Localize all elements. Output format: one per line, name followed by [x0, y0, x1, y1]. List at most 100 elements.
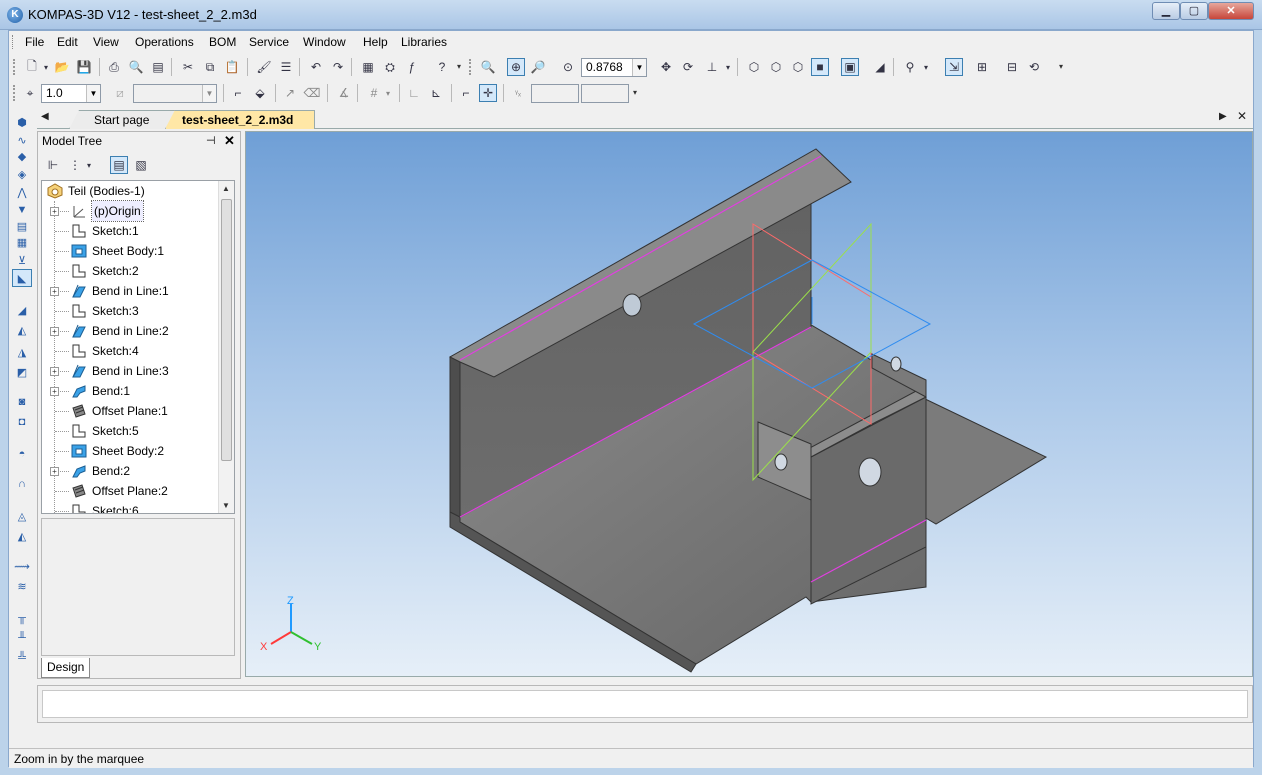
scroll-down-icon[interactable]: ▼ [222, 501, 230, 510]
help-pointer-icon[interactable]: ? [433, 58, 451, 76]
scrollbar-thumb[interactable] [221, 199, 232, 461]
tree-item[interactable]: Sketch:4 [42, 341, 220, 361]
solid-model-icon[interactable]: ⬢ [12, 113, 32, 131]
measure-icon[interactable]: ↗ [281, 84, 299, 102]
toolbar-overflow-icon[interactable]: ▾ [457, 62, 466, 76]
tree-item[interactable]: Sketch:5 [42, 421, 220, 441]
shaded-edges-icon[interactable]: ▣ [841, 58, 859, 76]
step-cursor-icon[interactable]: ⌖ [21, 84, 39, 102]
scroll-up-icon[interactable]: ▲ [222, 184, 230, 193]
open-corner-tool-icon[interactable]: ╨ [12, 629, 32, 647]
menu-service[interactable]: Service [249, 35, 289, 49]
tree-item[interactable]: Offset Plane:2 [42, 481, 220, 501]
new-dropdown-icon[interactable]: ▾ [41, 58, 51, 76]
tree-item[interactable]: + (p)Origin [42, 200, 220, 222]
tree-sort-icon[interactable]: ▤ [110, 156, 128, 174]
grid-icon[interactable]: # [365, 84, 383, 102]
grid-dropdown-icon[interactable]: ▾ [383, 84, 393, 102]
3d-viewport[interactable]: Z X Y [245, 131, 1253, 677]
tab-scroll-right-icon[interactable]: ▶ [1219, 111, 1227, 122]
toolbar-overflow-icon[interactable]: ▾ [633, 88, 642, 102]
expand-icon[interactable]: + [50, 207, 59, 216]
wireframe-icon[interactable]: ⬡ [745, 58, 763, 76]
expand-icon[interactable]: + [50, 467, 59, 476]
zoom-in-icon[interactable]: 🔍 [479, 58, 497, 76]
print-icon[interactable]: ⎙ [105, 58, 123, 76]
menu-file[interactable]: File [25, 35, 44, 49]
menu-edit[interactable]: Edit [57, 35, 78, 49]
select-mode-icon[interactable]: ⇲ [945, 58, 963, 76]
local-cs-icon[interactable]: ⊾ [427, 84, 445, 102]
format-painter-icon[interactable]: 🖌 [255, 58, 273, 76]
tree-item[interactable]: + Bend in Line:1 [42, 281, 220, 301]
sketch-tool-icon[interactable]: ⋀ [12, 183, 32, 201]
tree-item[interactable]: Sheet Body:1 [42, 241, 220, 261]
tree-item-root[interactable]: Teil (Bodies-1) [42, 181, 220, 201]
menu-libraries[interactable]: Libraries [401, 35, 447, 49]
cut-icon[interactable]: ✂ [179, 58, 197, 76]
unbend-tool-icon[interactable]: ◓ [12, 445, 32, 463]
tree-item[interactable]: Sketch:1 [42, 221, 220, 241]
stiffener-tool-icon[interactable]: ≋ [12, 577, 32, 595]
chevron-down-icon[interactable]: ▼ [202, 85, 216, 102]
toolbar-grip[interactable] [13, 85, 16, 101]
pan-icon[interactable]: ✥ [657, 58, 675, 76]
zoom-combo[interactable]: 0.8768 ▼ [581, 58, 647, 77]
tree-item[interactable]: Sketch:3 [42, 301, 220, 321]
tree-item[interactable]: + Bend:2 [42, 461, 220, 481]
kompas-app-icon[interactable]: K [7, 7, 23, 23]
cutout-tool-icon[interactable]: ◘ [12, 413, 32, 431]
close-window-button[interactable]: ✕ [1208, 2, 1254, 20]
perspective-icon[interactable]: ◢ [871, 58, 889, 76]
menu-view[interactable]: View [93, 35, 119, 49]
tab-design[interactable]: Design [41, 658, 91, 678]
stamp-tool-icon[interactable]: ∩ [12, 475, 32, 493]
zoom-marquee-icon[interactable]: ⊕ [507, 58, 525, 76]
expand-icon[interactable]: + [50, 287, 59, 296]
tree-scrollbar[interactable]: ▲ ▼ [218, 181, 234, 513]
menu-operations[interactable]: Operations [135, 35, 194, 49]
tree-item[interactable]: Sheet Body:2 [42, 441, 220, 461]
library-manager-icon[interactable]: ⛭ [381, 58, 399, 76]
chevron-down-icon[interactable]: ▼ [632, 59, 646, 76]
command-input-area[interactable] [42, 690, 1248, 718]
filter-dropdown-icon[interactable]: ▾ [921, 58, 931, 76]
tree-view-icon[interactable]: ⋮ [66, 156, 84, 174]
edit-component-icon[interactable]: ⬙ [251, 84, 269, 102]
expand-icon[interactable]: + [50, 327, 59, 336]
orthogonal-icon[interactable]: ∟ [405, 84, 423, 102]
tree-item[interactable]: Sketch:2 [42, 261, 220, 281]
filter-icon[interactable]: ⚲ [901, 58, 919, 76]
orientation-dropdown-icon[interactable]: ▾ [723, 58, 733, 76]
rib-tool-icon[interactable]: ◭ [12, 527, 32, 545]
tab-close-icon[interactable]: ✕ [1237, 109, 1247, 123]
points-icon[interactable]: ◆ [12, 147, 32, 165]
variables-icon[interactable]: ƒ [403, 58, 421, 76]
list-icon[interactable]: ☰ [277, 58, 295, 76]
maximize-button[interactable]: ▢ [1180, 2, 1208, 20]
hatch-icon[interactable]: ∡ [335, 84, 353, 102]
sketch-mode-icon[interactable]: ⌐ [229, 84, 247, 102]
cursor-step-combo[interactable]: 1.0 ▼ [41, 84, 101, 103]
new-document-icon[interactable]: 🗋 [23, 58, 41, 76]
toolbar-grip[interactable] [469, 59, 472, 75]
rotate-icon[interactable]: ⟳ [679, 58, 697, 76]
x-coordinate-field[interactable] [531, 84, 579, 103]
jog-tool-icon[interactable]: ⟿ [12, 557, 32, 575]
hem-tool-icon[interactable]: ◩ [12, 363, 32, 381]
rebuild-icon[interactable]: ⊟ [1003, 58, 1021, 76]
orientation-icon[interactable]: ⊥ [703, 58, 721, 76]
properties-icon[interactable]: ▤ [149, 58, 167, 76]
tab-active-document[interactable]: test-sheet_2_2.m3d [165, 110, 315, 129]
closed-corner-tool-icon[interactable]: ╥ [12, 609, 32, 627]
bend-line-tool-icon[interactable]: ◭ [12, 321, 32, 339]
zoom-scale-icon[interactable]: ⊙ [559, 58, 577, 76]
undo-icon[interactable]: ↶ [307, 58, 325, 76]
open-folder-icon[interactable]: 📂 [53, 58, 71, 76]
manager-icon[interactable]: ▦ [359, 58, 377, 76]
refresh-icon[interactable]: ⟲ [1025, 58, 1043, 76]
toolbar-grip[interactable] [13, 59, 16, 75]
hole-tool-icon[interactable]: ◙ [12, 393, 32, 411]
tree-item[interactable]: Sketch:6 [42, 501, 220, 513]
menubar-grip[interactable] [12, 35, 15, 49]
